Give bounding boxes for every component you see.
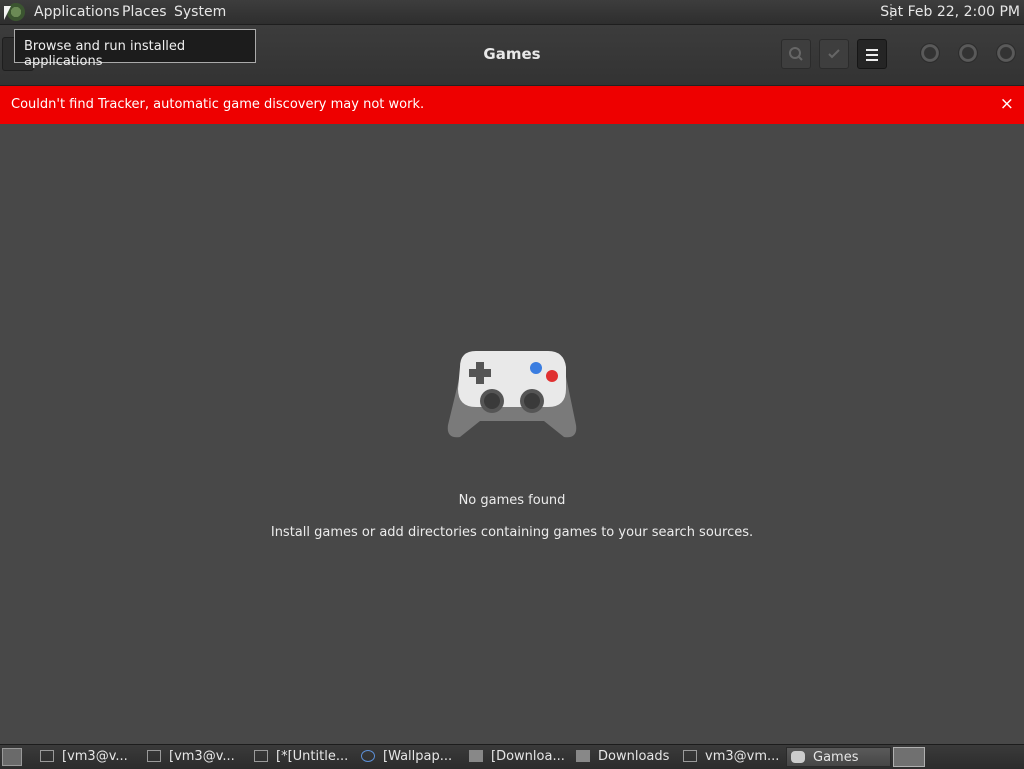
search-button[interactable] [781, 39, 811, 69]
menu-button[interactable] [857, 39, 887, 69]
taskbar-item[interactable]: [vm3@v... [143, 747, 243, 767]
menu-system[interactable]: System [174, 4, 226, 20]
checkmark-icon [828, 49, 840, 59]
taskbar-item[interactable]: Downloads [572, 747, 674, 767]
tooltip: Browse and run installed applications [14, 29, 256, 69]
mouse-cursor-icon [4, 6, 11, 20]
top-panel: Applications Places System Sat Feb 22, 2… [0, 0, 1024, 25]
image-editor-icon [254, 750, 268, 762]
browser-icon [361, 750, 375, 762]
taskbar-item-label: [*[Untitle... [276, 749, 349, 764]
empty-state-title: No games found [458, 493, 566, 508]
taskbar-item[interactable]: vm3@vm... [679, 747, 781, 767]
close-icon[interactable]: × [1000, 94, 1014, 114]
warning-message: Couldn't find Tracker, automatic game di… [11, 97, 425, 112]
taskbar-item-label: [vm3@v... [62, 749, 128, 764]
empty-state-description: Install games or add directories contain… [270, 525, 754, 540]
folder-icon [576, 750, 590, 762]
clock[interactable]: Sat Feb 22, 2:00 PM [880, 4, 1020, 20]
taskbar-item[interactable]: [vm3@v... [36, 747, 136, 767]
folder-icon [469, 750, 483, 762]
taskbar-item-label: Downloads [598, 749, 670, 764]
taskbar-item-label: [vm3@v... [169, 749, 235, 764]
tracker-warning-bar: Couldn't find Tracker, automatic game di… [0, 86, 1024, 124]
minimize-button[interactable] [920, 43, 940, 63]
menu-places[interactable]: Places [122, 4, 167, 20]
close-button[interactable] [996, 43, 1016, 63]
taskbar-item[interactable]: [*[Untitle... [250, 747, 352, 767]
taskbar-item[interactable]: [Wallpap... [357, 747, 459, 767]
show-desktop-button[interactable] [2, 748, 22, 766]
taskbar-item-label: Games [813, 750, 859, 765]
taskbar-item-label: [Wallpap... [383, 749, 453, 764]
terminal-icon [147, 750, 161, 762]
taskbar: [vm3@v... [vm3@v... [*[Untitle... [Wallp… [0, 744, 1024, 769]
workspace-switcher[interactable] [893, 747, 925, 767]
menu-applications[interactable]: Applications [34, 4, 120, 20]
taskbar-item-label: [Downloa... [491, 749, 565, 764]
select-button[interactable] [819, 39, 849, 69]
gamepad-icon [791, 751, 805, 763]
maximize-button[interactable] [958, 43, 978, 63]
taskbar-item-label: vm3@vm... [705, 749, 780, 764]
terminal-icon [40, 750, 54, 762]
taskbar-item-active[interactable]: Games [786, 747, 891, 767]
gamepad-icon [447, 351, 577, 438]
search-icon [789, 47, 803, 61]
taskbar-item[interactable]: [Downloa... [465, 747, 567, 767]
terminal-icon [683, 750, 697, 762]
